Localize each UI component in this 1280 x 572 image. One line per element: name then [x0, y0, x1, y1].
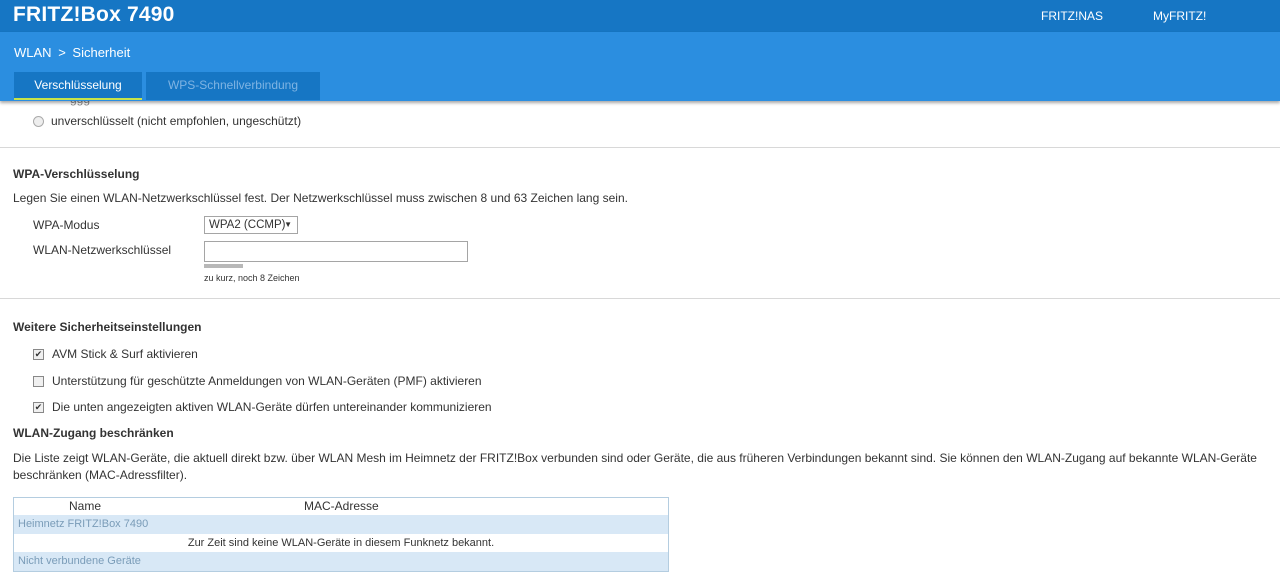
stick-surf-label: AVM Stick & Surf aktivieren: [52, 347, 198, 361]
navigation-bar: WLAN > Sicherheit Verschlüsselung WPS-Sc…: [0, 32, 1280, 101]
unencrypted-label: unverschlüsselt (nicht empfohlen, ungesc…: [51, 114, 302, 128]
table-group-row: Nicht verbundene Geräte: [14, 552, 668, 571]
access-heading: WLAN-Zugang beschränken: [13, 426, 174, 440]
wpa-heading: WPA-Verschlüsselung: [13, 167, 140, 181]
wpa-mode-value: WPA2 (CCMP): [209, 219, 286, 231]
checkbox-checked[interactable]: ✔: [33, 401, 44, 413]
breadcrumb-separator-icon: >: [58, 45, 66, 60]
breadcrumb-section[interactable]: WLAN: [14, 45, 52, 60]
tab-verschluesselung[interactable]: Verschlüsselung: [14, 72, 142, 100]
checkbox-unchecked[interactable]: [33, 375, 44, 387]
wpa-mode-select[interactable]: WPA2 (CCMP) ▼: [204, 216, 298, 234]
column-mac[interactable]: MAC-Adresse: [304, 499, 379, 513]
divider: [0, 147, 1280, 148]
pmf-option[interactable]: Unterstützung für geschützte Anmeldungen…: [33, 374, 482, 388]
security-heading: Weitere Sicherheitseinstellungen: [13, 320, 202, 334]
key-strength-bar: [204, 264, 243, 268]
access-description-line2: beschränken (MAC-Adressfilter).: [13, 468, 188, 482]
dropdown-arrow-icon: ▼: [284, 220, 292, 229]
access-description-line1: Die Liste zeigt WLAN-Geräte, die aktuell…: [13, 451, 1257, 465]
key-strength-hint: zu kurz, noch 8 Zeichen: [204, 273, 300, 283]
fritz-nas-link[interactable]: FRITZ!NAS: [1041, 9, 1103, 23]
breadcrumb-page: Sicherheit: [72, 45, 131, 60]
divider: [0, 298, 1280, 299]
top-bar: FRITZ!Box 7490 FRITZ!NAS MyFRITZ!: [0, 0, 1280, 32]
tab-wps-schnellverbindung[interactable]: WPS-Schnellverbindung: [146, 72, 320, 100]
table-group-row: Heimnetz FRITZ!Box 7490: [14, 515, 668, 534]
pmf-label: Unterstützung für geschützte Anmeldungen…: [52, 374, 482, 388]
wpa-description: Legen Sie einen WLAN-Netzwerkschlüssel f…: [13, 191, 628, 205]
radio-button[interactable]: [33, 115, 44, 127]
checkbox-checked[interactable]: ✔: [33, 348, 44, 360]
myfritz-link[interactable]: MyFRITZ!: [1153, 9, 1206, 23]
wpa-mode-label: WPA-Modus: [33, 218, 100, 232]
unencrypted-option[interactable]: unverschlüsselt (nicht empfohlen, ungesc…: [33, 114, 301, 128]
device-communication-option[interactable]: ✔ Die unten angezeigten aktiven WLAN-Ger…: [33, 400, 492, 414]
column-name[interactable]: Name: [69, 499, 101, 513]
brand-logo[interactable]: FRITZ!Box 7490: [13, 3, 175, 27]
wlan-key-input[interactable]: [204, 241, 468, 262]
device-table: Name MAC-Adresse Heimnetz FRITZ!Box 7490…: [13, 497, 669, 572]
breadcrumb: WLAN > Sicherheit: [14, 45, 130, 60]
wlan-key-label: WLAN-Netzwerkschlüssel: [33, 243, 172, 257]
empty-message: Zur Zeit sind keine WLAN-Geräte in diese…: [14, 534, 668, 552]
stick-surf-option[interactable]: ✔ AVM Stick & Surf aktivieren: [33, 347, 198, 361]
table-header: Name MAC-Adresse: [14, 498, 668, 515]
device-communication-label: Die unten angezeigten aktiven WLAN-Gerät…: [52, 400, 492, 414]
